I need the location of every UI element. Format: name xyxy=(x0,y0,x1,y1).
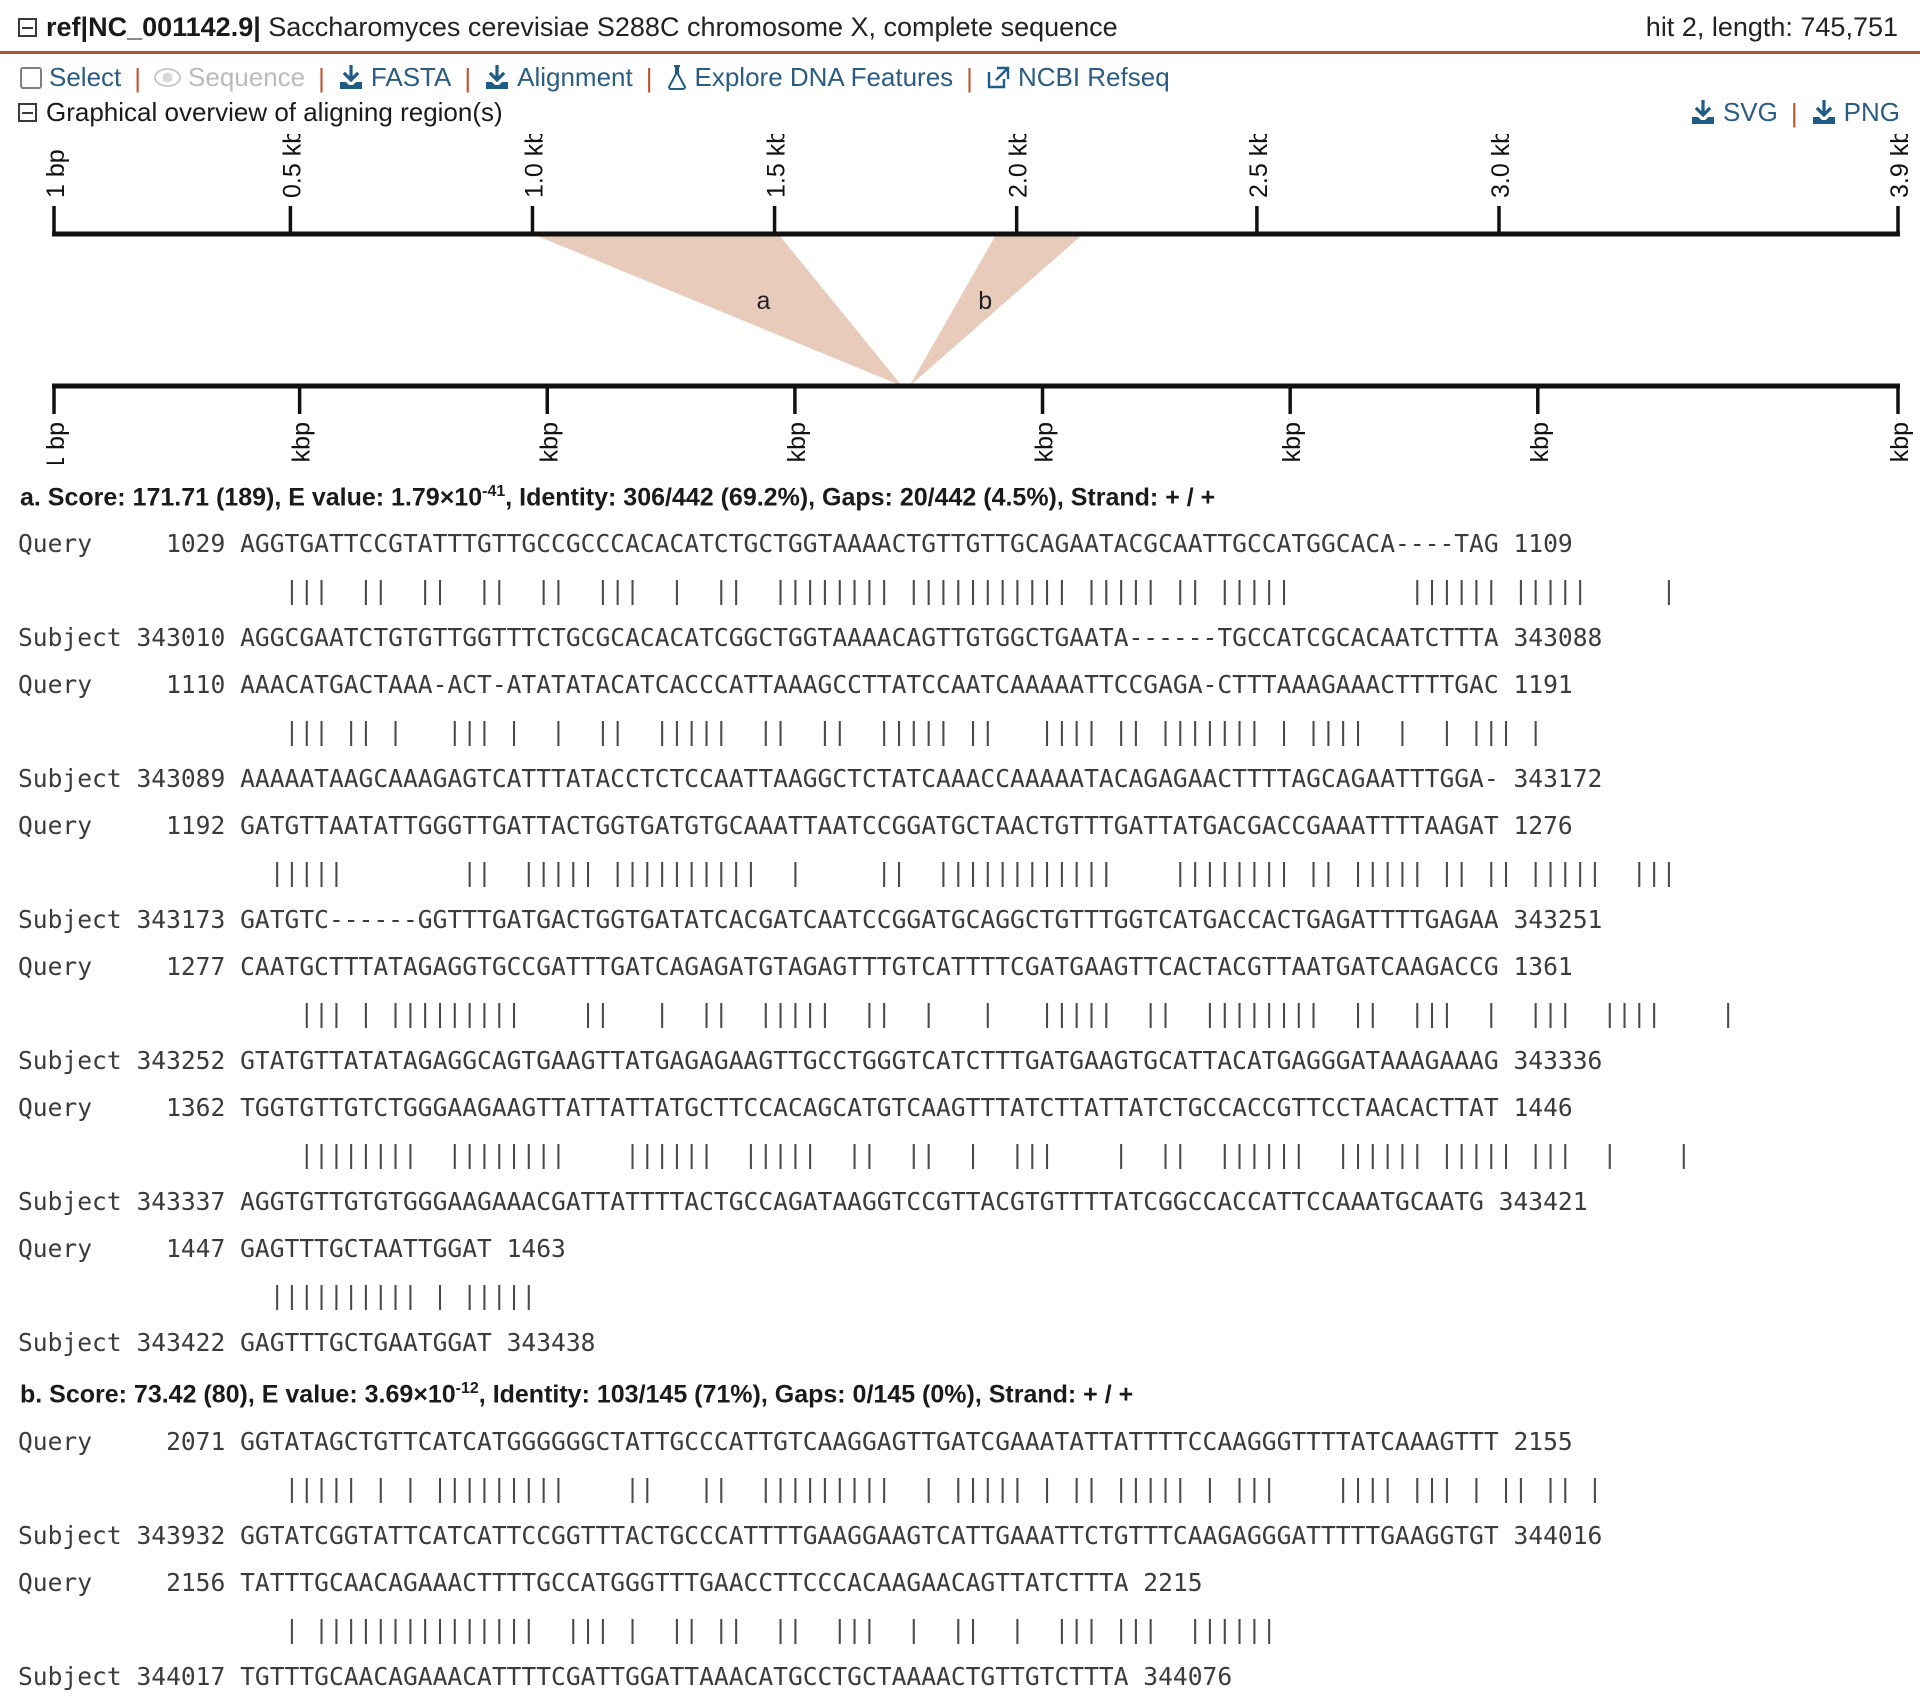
graphical-overview-label: Graphical overview of aligning region(s) xyxy=(46,97,503,128)
alignment-stats-b: b. Score: 73.42 (80), E value: 3.69×10-1… xyxy=(20,1380,1902,1409)
subject-line: Subject 343010 AGGCGAATCTGTGTTGGTTTCTGCG… xyxy=(18,623,1603,653)
subject-ruler-tick-label: 1 bp xyxy=(42,422,70,464)
midline: | ||||||||||||||| ||| | || || || ||| | |… xyxy=(18,1614,1277,1644)
download-icon[interactable] xyxy=(1690,99,1716,126)
query-line: Query 1277 CAATGCTTTATAGAGGTGCCGATTTGATC… xyxy=(18,952,1573,982)
sequence-label: Sequence xyxy=(188,62,306,93)
alignment-overview-graphic: a b 1 bp 0.5 kbp 1.0 kbp 1.5 kbp 2.0 kbp 2.5 kb… xyxy=(0,134,1920,469)
overview-svg: a b 1 bp 0.5 kbp 1.0 kbp 1.5 kbp 2.0 kbp 2.5 kb… xyxy=(42,134,1914,464)
subject-ruler-tick-label: 200 kbp xyxy=(535,422,563,464)
svg-label: SVG xyxy=(1722,97,1778,128)
subject-ruler-tick-label: 400 kbp xyxy=(1031,422,1059,464)
subject-line: Subject 343089 AAAAATAAGCAAAGAGTCATTTATA… xyxy=(18,764,1603,794)
toolbar-separator: | xyxy=(134,62,142,93)
toolbar-separator: | xyxy=(645,62,653,93)
accession-link[interactable]: ref|NC_001142.9| xyxy=(46,12,261,43)
download-png-button[interactable]: PNG xyxy=(1809,97,1902,128)
midline: |||||||| |||||||| |||||| ||||| || || | |… xyxy=(18,1140,1692,1170)
midline: ||| || || || || ||| | || |||||||| ||||||… xyxy=(18,576,1677,606)
alignment-stats-suffix: , Identity: 306/442 (69.2%), Gaps: 20/44… xyxy=(505,483,1216,512)
refseq-label: NCBI Refseq xyxy=(1017,62,1170,93)
query-line: Query 2071 GGTATAGCTGTTCATCATGGGGGGCTATT… xyxy=(18,1426,1573,1456)
query-line: Query 1029 AGGTGATTCCGTATTTGTTGCCGCCCACA… xyxy=(18,529,1573,559)
query-ruler-tick-label: 0.5 kbp xyxy=(278,134,306,198)
alignment-block-b: Query 2071 GGTATAGCTGTTCATCATGGGGGGCTATT… xyxy=(18,1418,1902,1700)
alignment-connector-b[interactable] xyxy=(909,234,1084,387)
alignment-list: a. Score: 171.71 (189), E value: 1.79×10… xyxy=(0,483,1920,1700)
hit-definition: Saccharomyces cerevisiae S288C chromosom… xyxy=(260,12,1118,42)
alignment-stats-suffix: , Identity: 103/145 (71%), Gaps: 0/145 (… xyxy=(478,1380,1134,1409)
download-icon[interactable] xyxy=(484,64,510,91)
subject-line: Subject 343252 GTATGTTATATAGAGGCAGTGAAGT… xyxy=(18,1046,1603,1076)
explore-label: Explore DNA Features xyxy=(694,62,954,93)
alignment-block-a: Query 1029 AGGTGATTCCGTATTTGTTGCCGCCCACA… xyxy=(18,520,1902,1366)
subject-ruler-tick-label: 600 kbp xyxy=(1526,422,1554,464)
subject-ruler-tick-label: 746 kbp xyxy=(1886,422,1914,464)
midline: ||| | ||||||||| || | || ||||| || | | |||… xyxy=(18,999,1736,1029)
query-ruler-tick-label: 1 bp xyxy=(42,149,70,198)
toolbar-separator: | xyxy=(318,62,325,93)
subject-line: Subject 343932 GGTATCGGTATTCATCATTCCGGTT… xyxy=(18,1520,1603,1550)
subject-ruler-tick-label: 500 kbp xyxy=(1278,422,1306,464)
sequence-button: Sequence xyxy=(152,62,307,93)
hit-length-info: hit 2, length: 745,751 xyxy=(1645,12,1898,42)
subject-ruler-tick-label: 300 kbp xyxy=(783,422,811,464)
subject-line: Subject 343337 AGGTGTTGTGTGGGAAGAAACGATT… xyxy=(18,1187,1588,1217)
subject-line: Subject 343173 GATGTC------GGTTTGATGACTG… xyxy=(18,905,1603,935)
alignment-evalue-exponent: -12 xyxy=(455,1380,479,1398)
subject-line: Subject 343422 GAGTTTGCTGAATGGAT 343438 xyxy=(18,1328,596,1358)
query-ruler-tick-label: 1.0 kbp xyxy=(520,134,548,198)
query-ruler-tick-label: 2.5 kbp xyxy=(1245,134,1273,198)
toolbar-separator: | xyxy=(464,62,472,93)
query-line: Query 1192 GATGTTAATATTGGGTTGATTACTGGTGA… xyxy=(18,811,1573,841)
alignment-connector-a[interactable] xyxy=(532,234,903,387)
query-line: Query 2156 TATTTGCAACAGAAACTTTTGCCATGGGT… xyxy=(18,1567,1203,1597)
query-ruler-tick-label: 3.9 kbp xyxy=(1886,134,1914,198)
query-ruler-tick-label: 3.0 kbp xyxy=(1487,134,1515,198)
connector-label-a: a xyxy=(757,287,771,315)
hit-toolbar: Select | Sequence | FASTA | Alignment | … xyxy=(0,54,1920,93)
select-checkbox-item[interactable]: Select xyxy=(18,62,123,93)
toolbar-separator: | xyxy=(966,62,973,93)
collapse-hit-icon[interactable] xyxy=(18,18,37,38)
midline: |||||||||| | ||||| xyxy=(18,1281,537,1311)
eye-icon xyxy=(154,68,181,87)
query-ruler-tick-label: 1.5 kbp xyxy=(763,134,791,198)
alignment-stats-prefix: a. Score: 171.71 (189), E value: 1.79×10 xyxy=(20,483,483,512)
collapse-overview-icon[interactable] xyxy=(18,103,37,123)
checkbox-icon[interactable] xyxy=(20,66,42,89)
fasta-button[interactable]: FASTA xyxy=(336,62,453,93)
alignment-button[interactable]: Alignment xyxy=(482,62,635,93)
png-label: PNG xyxy=(1843,97,1900,128)
fasta-label: FASTA xyxy=(370,62,452,93)
select-label: Select xyxy=(49,62,122,93)
connector-label-b: b xyxy=(978,287,992,315)
subject-ruler-tick-label: 100 kbp xyxy=(288,422,316,464)
hit-header: ref|NC_001142.9| Saccharomyces cerevisia… xyxy=(0,0,1920,55)
download-svg-button[interactable]: SVG xyxy=(1688,97,1780,128)
overview-download-group: SVG | PNG xyxy=(1688,97,1902,128)
midline: ||| || | ||| | | || ||||| || || ||||| ||… xyxy=(18,717,1544,747)
midline: ||||| || ||||| |||||||||| | || |||||||||… xyxy=(18,858,1677,888)
flask-icon[interactable] xyxy=(666,64,688,91)
toolbar-separator: | xyxy=(1790,97,1798,128)
midline: ||||| | | ||||||||| || || ||||||||| | ||… xyxy=(18,1473,1603,1503)
download-icon[interactable] xyxy=(338,64,364,91)
subject-line: Subject 344017 TGTTTGCAACAGAAACATTTTCGAT… xyxy=(18,1661,1233,1691)
query-line: Query 1447 GAGTTTGCTAATTGGAT 1463 xyxy=(18,1234,566,1264)
ncbi-refseq-button[interactable]: NCBI Refseq xyxy=(984,62,1172,93)
query-line: Query 1110 AAACATGACTAAA-ACT-ATATATACATC… xyxy=(18,670,1573,700)
download-icon[interactable] xyxy=(1811,99,1837,126)
alignment-stats-prefix: b. Score: 73.42 (80), E value: 3.69×10 xyxy=(20,1380,456,1409)
graphical-overview-header: Graphical overview of aligning region(s)… xyxy=(0,93,1920,128)
alignment-label: Alignment xyxy=(517,62,633,93)
alignment-stats-a: a. Score: 171.71 (189), E value: 1.79×10… xyxy=(20,483,1902,512)
explore-dna-features-button[interactable]: Explore DNA Features xyxy=(664,62,956,93)
alignment-evalue-exponent: -41 xyxy=(482,483,506,501)
query-ruler-tick-label: 2.0 kbp xyxy=(1005,134,1033,198)
external-link-icon[interactable] xyxy=(986,65,1011,90)
query-line: Query 1362 TGGTGTTGTCTGGGAAGAAGTTATTATTA… xyxy=(18,1093,1573,1123)
